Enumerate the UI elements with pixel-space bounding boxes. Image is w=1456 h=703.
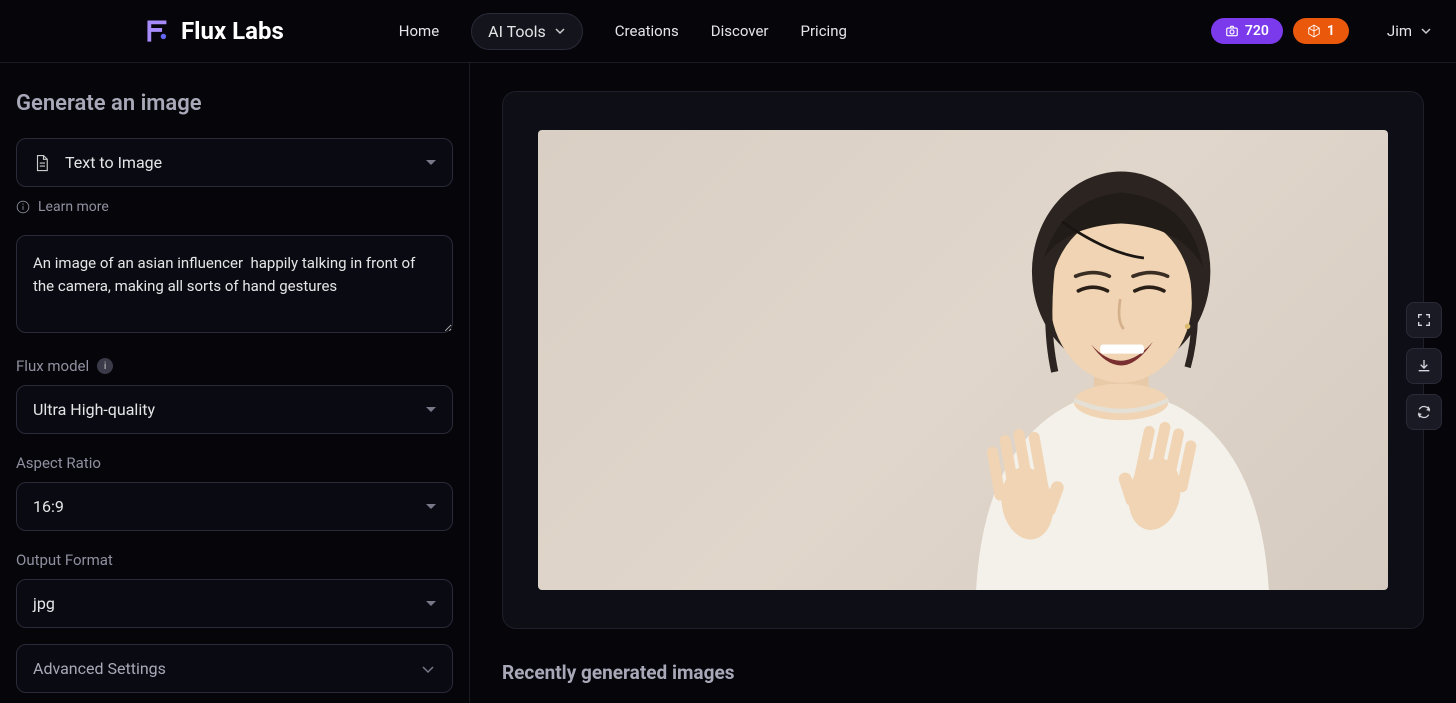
sidebar-title: Generate an image (16, 91, 453, 116)
user-menu[interactable]: Jim (1387, 22, 1432, 40)
model-select[interactable]: Ultra High-quality (16, 385, 453, 434)
advanced-settings-toggle[interactable]: Advanced Settings (16, 644, 453, 693)
credits-badge[interactable]: 720 (1211, 18, 1283, 44)
chevron-down-icon (426, 504, 436, 509)
nav-aitools-label: AI Tools (488, 22, 546, 41)
info-icon (16, 200, 30, 214)
expand-icon (1416, 312, 1432, 328)
format-value: jpg (33, 594, 55, 613)
person-illustration (895, 167, 1320, 590)
chevron-down-icon (426, 160, 436, 165)
learn-more-link[interactable]: Learn more (16, 199, 453, 215)
nav-pricing[interactable]: Pricing (801, 22, 847, 40)
main-nav: Home AI Tools Creations Discover Pricing (399, 13, 847, 50)
tokens-count: 1 (1327, 23, 1335, 39)
image-card (502, 91, 1424, 629)
download-icon (1416, 358, 1432, 374)
chevron-down-icon (426, 407, 436, 412)
cube-icon (1307, 24, 1321, 38)
content: Generate an image Text to Image Learn mo… (0, 63, 1456, 703)
credits-count: 720 (1245, 23, 1269, 39)
logo[interactable]: Flux Labs (145, 17, 284, 45)
aspect-label: Aspect Ratio (16, 454, 453, 472)
chevron-down-icon (426, 601, 436, 606)
user-name: Jim (1387, 22, 1412, 40)
camera-icon (1225, 24, 1239, 38)
tokens-badge[interactable]: 1 (1293, 18, 1349, 44)
aspect-select[interactable]: 16:9 (16, 482, 453, 531)
brand-name: Flux Labs (181, 17, 284, 45)
nav-home[interactable]: Home (399, 22, 439, 40)
info-icon[interactable]: i (97, 358, 113, 374)
image-actions (1406, 302, 1442, 430)
chevron-down-icon (554, 25, 566, 37)
document-icon (33, 154, 51, 172)
recent-title: Recently generated images (502, 661, 1424, 684)
nav-aitools[interactable]: AI Tools (471, 13, 583, 50)
format-label: Output Format (16, 551, 453, 569)
chevron-down-icon (420, 661, 436, 677)
regenerate-button[interactable] (1406, 394, 1442, 430)
header: Flux Labs Home AI Tools Creations Discov… (0, 0, 1456, 63)
learn-more-label: Learn more (38, 199, 109, 215)
refresh-icon (1416, 404, 1432, 420)
aspect-value: 16:9 (33, 497, 64, 516)
nav-discover[interactable]: Discover (711, 22, 769, 40)
sidebar: Generate an image Text to Image Learn mo… (0, 63, 470, 703)
header-right: 720 1 Jim (1211, 18, 1432, 44)
model-label: Flux model i (16, 357, 453, 375)
prompt-input[interactable] (16, 235, 453, 333)
model-value: Ultra High-quality (33, 400, 155, 419)
mode-value: Text to Image (65, 153, 162, 172)
download-button[interactable] (1406, 348, 1442, 384)
format-select[interactable]: jpg (16, 579, 453, 628)
nav-creations[interactable]: Creations (615, 22, 679, 40)
chevron-down-icon (1420, 25, 1432, 37)
logo-icon (145, 18, 171, 44)
mode-select[interactable]: Text to Image (16, 138, 453, 187)
generated-image[interactable] (538, 130, 1388, 590)
advanced-label: Advanced Settings (33, 659, 166, 678)
main-area: Recently generated images (470, 63, 1456, 703)
expand-button[interactable] (1406, 302, 1442, 338)
